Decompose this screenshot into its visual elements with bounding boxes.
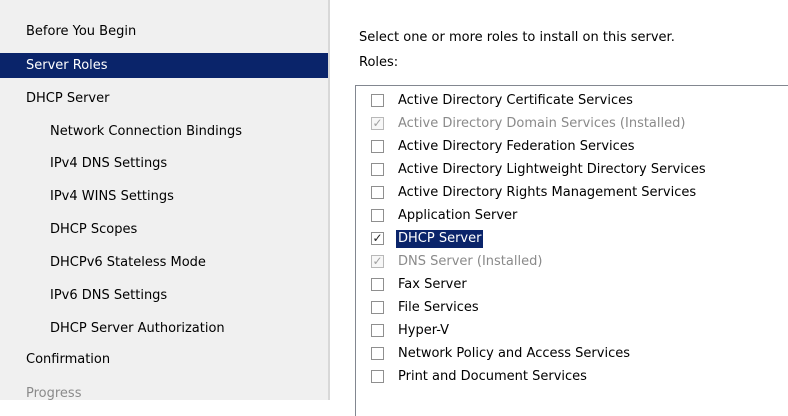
nav-item-server-roles[interactable]: Server Roles — [0, 53, 328, 78]
role-row-fax-server[interactable]: Fax Server — [356, 274, 788, 297]
role-row-application-server[interactable]: Application Server — [356, 205, 788, 228]
instruction-text: Select one or more roles to install on t… — [359, 30, 675, 45]
role-row-active-directory-certificate-services[interactable]: Active Directory Certificate Services — [356, 90, 788, 113]
role-checkbox[interactable] — [371, 209, 384, 222]
role-row-active-directory-domain-services: ✓ Active Directory Domain Services (Insta… — [356, 113, 788, 136]
role-label: DHCP Server — [396, 230, 484, 248]
role-checkbox[interactable] — [371, 301, 384, 314]
role-label: Active Directory Rights Management Servi… — [398, 185, 697, 200]
roles-checklist[interactable]: Active Directory Certificate Services ✓ Ac… — [355, 85, 788, 416]
role-row-file-services[interactable]: File Services — [356, 297, 788, 320]
role-checkbox[interactable] — [371, 347, 384, 360]
nav-item-progress: Progress — [26, 386, 82, 401]
role-label: Active Directory Domain Services (Instal… — [398, 116, 686, 131]
nav-item-ipv4-dns-settings[interactable]: IPv4 DNS Settings — [0, 151, 328, 176]
nav-item-dhcpv6-stateless-mode[interactable]: DHCPv6 Stateless Mode — [0, 250, 328, 275]
roles-label: Roles: — [359, 55, 399, 70]
role-checkbox[interactable] — [371, 140, 384, 153]
role-row-dns-server: ✓ DNS Server (Installed) — [356, 251, 788, 274]
role-row-network-policy-and-access-services[interactable]: Network Policy and Access Services — [356, 343, 788, 366]
role-row-dhcp-server[interactable]: ✓ DHCP Server — [356, 228, 788, 251]
role-label: Fax Server — [398, 277, 467, 292]
nav-item-confirmation[interactable]: Confirmation — [0, 347, 328, 372]
role-row-active-directory-rights-management-services[interactable]: Active Directory Rights Management Servi… — [356, 182, 788, 205]
role-label: Print and Document Services — [398, 369, 587, 384]
nav-item-before-you-begin[interactable]: Before You Begin — [0, 19, 328, 44]
nav-item-dhcp-server-authorization[interactable]: DHCP Server Authorization — [0, 316, 328, 341]
role-checkbox[interactable]: ✓ — [371, 232, 384, 245]
role-checkbox[interactable] — [371, 163, 384, 176]
role-row-print-and-document-services[interactable]: Print and Document Services — [356, 366, 788, 389]
role-checkbox: ✓ — [371, 117, 384, 130]
nav-item-network-connection-bindings[interactable]: Network Connection Bindings — [0, 119, 328, 144]
role-checkbox: ✓ — [371, 255, 384, 268]
checkmark-icon: ✓ — [372, 254, 383, 268]
checkmark-icon: ✓ — [372, 116, 383, 130]
role-label: Active Directory Lightweight Directory S… — [398, 162, 706, 177]
nav-item-ipv6-dns-settings[interactable]: IPv6 DNS Settings — [0, 283, 328, 308]
role-label: Network Policy and Access Services — [398, 346, 630, 361]
role-label: DNS Server (Installed) — [398, 254, 543, 269]
role-checkbox[interactable] — [371, 370, 384, 383]
role-label: Active Directory Federation Services — [398, 139, 635, 154]
nav-item-dhcp-scopes[interactable]: DHCP Scopes — [0, 217, 328, 242]
role-checkbox[interactable] — [371, 278, 384, 291]
nav-item-ipv4-wins-settings[interactable]: IPv4 WINS Settings — [0, 184, 328, 209]
role-label: Active Directory Certificate Services — [398, 93, 633, 108]
role-row-active-directory-federation-services[interactable]: Active Directory Federation Services — [356, 136, 788, 159]
wizard-navigation-pane: Before You Begin Server Roles DHCP Server N… — [0, 0, 328, 401]
role-row-active-directory-lightweight-directory-services[interactable]: Active Directory Lightweight Directory S… — [356, 159, 788, 182]
checkmark-icon: ✓ — [372, 231, 383, 245]
nav-item-dhcp-server[interactable]: DHCP Server — [0, 86, 328, 111]
role-label: File Services — [398, 300, 479, 315]
role-checkbox[interactable] — [371, 324, 384, 337]
role-checkbox[interactable] — [371, 186, 384, 199]
role-row-hyper-v[interactable]: Hyper-V — [356, 320, 788, 343]
role-label: Application Server — [398, 208, 518, 223]
content-pane: Select one or more roles to install on t… — [330, 0, 788, 416]
role-checkbox[interactable] — [371, 94, 384, 107]
role-label: Hyper-V — [398, 323, 450, 338]
